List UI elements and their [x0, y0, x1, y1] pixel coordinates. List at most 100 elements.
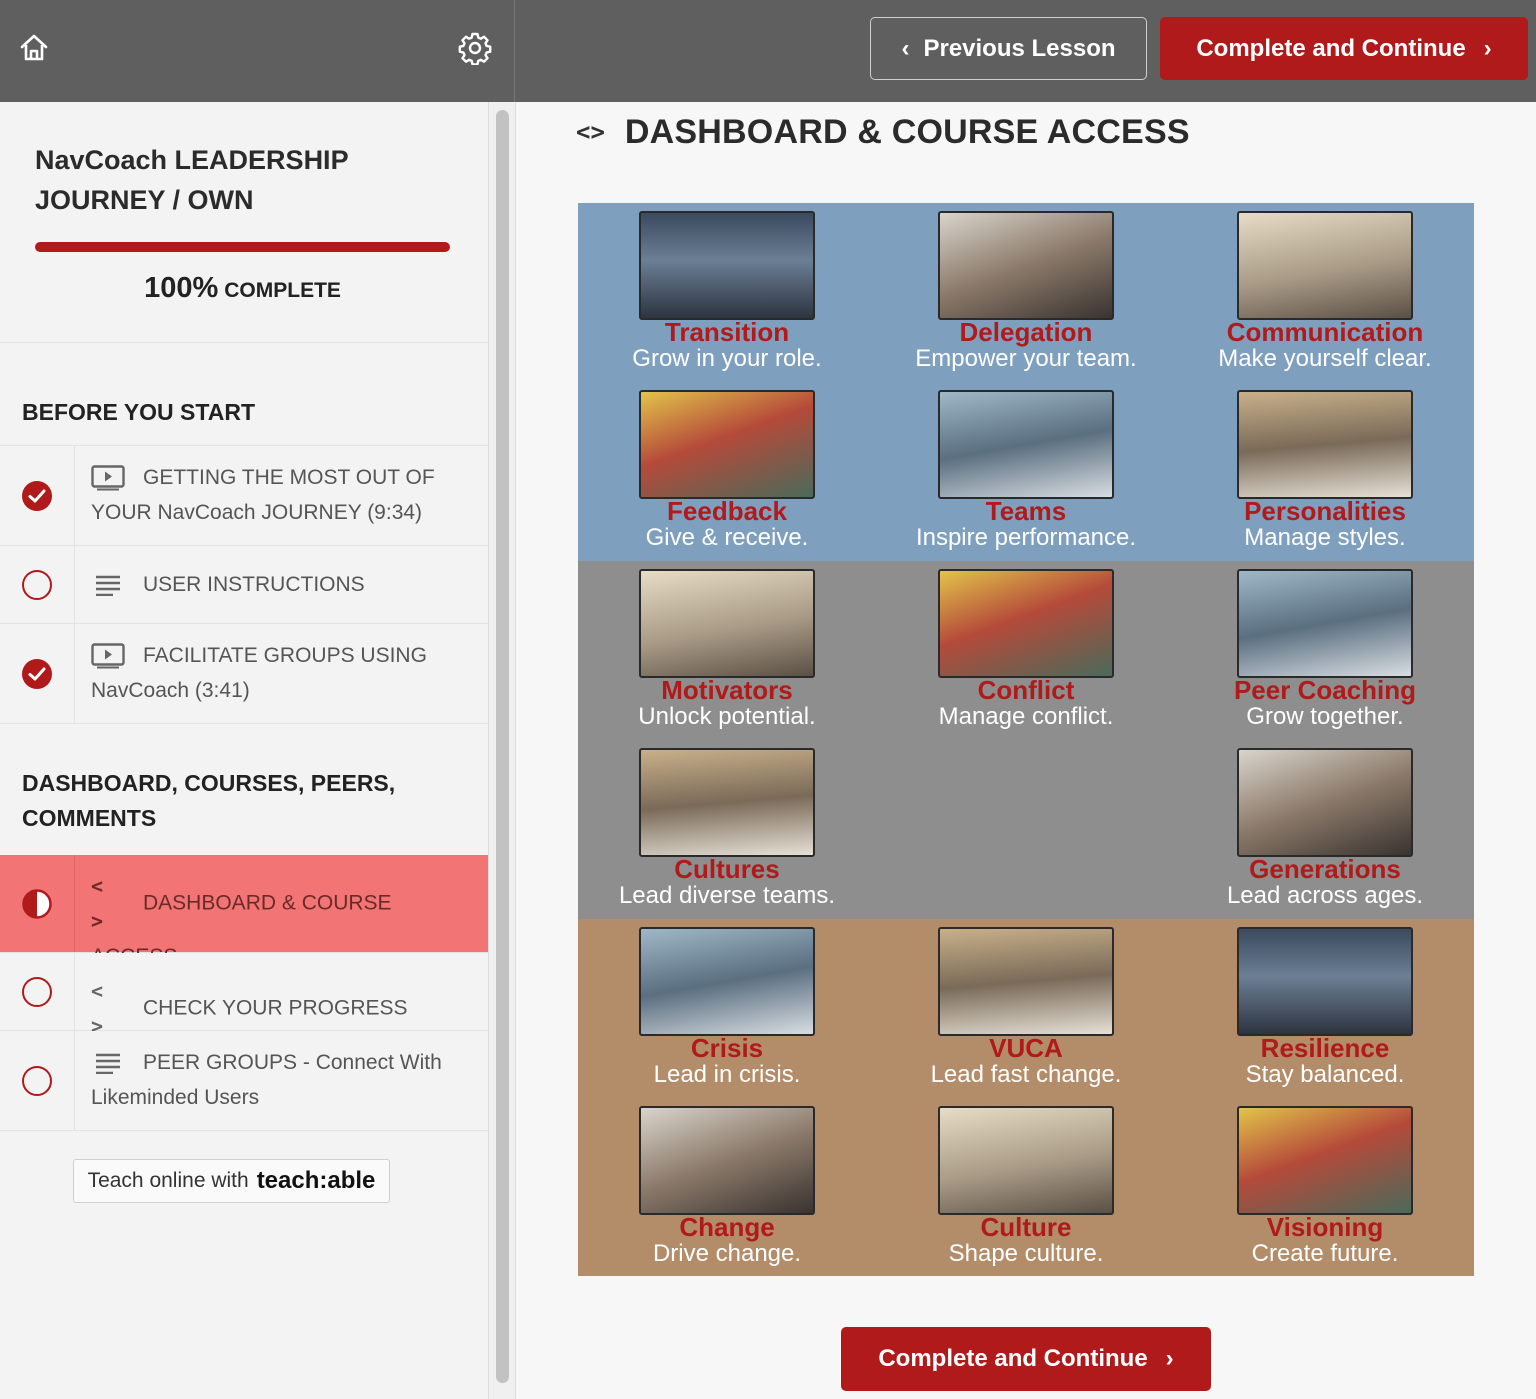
- course-tile-vuca[interactable]: VUCA Lead fast change.: [877, 919, 1175, 1097]
- course-tile-photo: [1237, 390, 1413, 499]
- course-tile-tagline: Give & receive.: [645, 524, 809, 551]
- lesson-title: FACILITATE GROUPS USING NavCoach (3:41): [91, 644, 427, 702]
- check-circle-icon: [22, 480, 52, 511]
- course-tile-photo: [1237, 211, 1413, 320]
- progress-label: COMPLETE: [224, 279, 341, 302]
- complete-and-continue-label: Complete and Continue: [878, 1345, 1148, 1372]
- course-tile-tagline: Shape culture.: [948, 1240, 1104, 1267]
- incomplete-circle-icon: [22, 1065, 52, 1096]
- complete-and-continue-bottom-button[interactable]: Complete and Continue ›: [841, 1327, 1211, 1391]
- teachable-prefix: Teach online with: [87, 1169, 249, 1192]
- course-tile-tagline: Unlock potential.: [638, 703, 816, 730]
- gear-icon[interactable]: [458, 31, 492, 65]
- course-tile-photo: [1237, 927, 1413, 1036]
- lesson-item-dashboard-course-access[interactable]: < >DASHBOARD & COURSE ACCESS: [0, 855, 488, 968]
- lesson-title: CHECK YOUR PROGRESS: [143, 996, 408, 1020]
- course-tile-photo: [1237, 1106, 1413, 1215]
- course-tile-photo: [639, 748, 815, 857]
- course-header: NavCoach LEADERSHIP JOURNEY / OWN 100% CO…: [0, 102, 488, 343]
- course-tile-photo: [1237, 569, 1413, 678]
- sidebar-scrollbar[interactable]: [488, 102, 516, 1399]
- lesson-item-user-instructions[interactable]: USER INSTRUCTIONS: [0, 546, 488, 624]
- course-tile-name: Personalities: [1244, 496, 1406, 526]
- dashboard-band-gray: Motivators Unlock potential. Conflict Manag…: [578, 561, 1474, 919]
- course-progress-text: 100% COMPLETE: [35, 272, 450, 305]
- course-tile-feedback[interactable]: Feedback Give & receive.: [578, 382, 876, 560]
- course-tile-name: Conflict: [977, 675, 1075, 705]
- course-tile-communication[interactable]: Communication Make yourself clear.: [1176, 203, 1474, 381]
- lesson-heading: <> DASHBOARD & COURSE ACCESS: [576, 112, 1190, 152]
- course-tile-change[interactable]: Change Drive change.: [578, 1098, 876, 1276]
- course-tile-peer-coaching[interactable]: Peer Coaching Grow together.: [1176, 561, 1474, 739]
- course-tile-tagline: Lead diverse teams.: [618, 882, 836, 909]
- course-tile-delegation[interactable]: Delegation Empower your team.: [877, 203, 1175, 381]
- course-tile-photo: [938, 1106, 1114, 1215]
- code-icon: < >: [91, 874, 104, 933]
- course-tile-motivators[interactable]: Motivators Unlock potential.: [578, 561, 876, 739]
- course-title: NavCoach LEADERSHIP JOURNEY / OWN: [35, 145, 349, 215]
- lesson-item-check-your-progress[interactable]: < >CHECK YOUR PROGRESS: [0, 953, 488, 1038]
- complete-and-continue-label: Complete and Continue: [1196, 34, 1466, 62]
- course-tile-name: Teams: [985, 496, 1067, 526]
- lesson-item-facilitate-groups[interactable]: FACILITATE GROUPS USING NavCoach (3:41): [0, 624, 488, 724]
- home-icon[interactable]: [18, 32, 50, 64]
- course-tile-personalities[interactable]: Personalities Manage styles.: [1176, 382, 1474, 560]
- course-tile-tagline: Create future.: [1251, 1240, 1399, 1267]
- course-tile-name: Motivators: [661, 675, 793, 705]
- chevron-right-icon: ›: [1165, 1345, 1174, 1372]
- course-tile-name: Peer Coaching: [1233, 675, 1417, 705]
- course-tile-tagline: Manage conflict.: [938, 703, 1114, 730]
- course-tile-name: Change: [679, 1212, 775, 1242]
- code-icon: <>: [576, 118, 605, 146]
- course-tile-photo: [639, 569, 815, 678]
- course-tile-culture[interactable]: Culture Shape culture.: [877, 1098, 1175, 1276]
- course-tile-tagline: Empower your team.: [915, 345, 1137, 372]
- course-tile-tagline: Make yourself clear.: [1218, 345, 1432, 372]
- course-tile-name: Visioning: [1266, 1212, 1384, 1242]
- course-tile-crisis[interactable]: Crisis Lead in crisis.: [578, 919, 876, 1097]
- course-tile-conflict[interactable]: Conflict Manage conflict.: [877, 561, 1175, 739]
- check-circle-icon: [22, 658, 52, 689]
- course-tile-tagline: Drive change.: [652, 1240, 802, 1267]
- course-tile-tagline: Manage styles.: [1244, 524, 1406, 551]
- sidebar-header: [0, 0, 515, 102]
- lesson-title: GETTING THE MOST OUT OF YOUR NavCoach JO…: [91, 466, 435, 524]
- course-tile-teams[interactable]: Teams Inspire performance.: [877, 382, 1175, 560]
- lesson-item-peer-groups[interactable]: PEER GROUPS - Connect With Likeminded Us…: [0, 1031, 488, 1131]
- course-tile-tagline: Lead fast change.: [930, 1061, 1122, 1088]
- course-tile-photo: [639, 1106, 815, 1215]
- course-tile-tagline: Inspire performance.: [915, 524, 1137, 551]
- half-circle-icon: [22, 888, 52, 919]
- course-tile-photo: [639, 390, 815, 499]
- course-tile-visioning[interactable]: Visioning Create future.: [1176, 1098, 1474, 1276]
- course-tile-name: Communication: [1226, 317, 1424, 347]
- lesson-title: USER INSTRUCTIONS: [143, 573, 365, 596]
- course-tile-photo: [938, 569, 1114, 678]
- course-tile-name: Resilience: [1260, 1033, 1390, 1063]
- course-tile-transition[interactable]: Transition Grow in your role.: [578, 203, 876, 381]
- sidebar-scrollbar-thumb[interactable]: [496, 110, 509, 1383]
- complete-and-continue-button[interactable]: Complete and Continue ›: [1160, 17, 1528, 80]
- course-tile-cultures[interactable]: Cultures Lead diverse teams.: [578, 740, 876, 918]
- course-tile-resilience[interactable]: Resilience Stay balanced.: [1176, 919, 1474, 1097]
- course-tile-name: Delegation: [959, 317, 1093, 347]
- chevron-left-icon: ‹: [901, 34, 910, 62]
- lesson-title: DASHBOARD & COURSE ACCESS: [624, 112, 1190, 151]
- dashboard-band-blue: Transition Grow in your role. Delegation Em…: [578, 203, 1474, 561]
- course-tile-name: Cultures: [674, 854, 780, 884]
- previous-lesson-button[interactable]: ‹ Previous Lesson: [870, 17, 1147, 80]
- incomplete-circle-icon: [22, 569, 52, 600]
- teachable-badge[interactable]: Teach online with teach:able: [73, 1159, 390, 1203]
- course-tile-name: Generations: [1249, 854, 1401, 884]
- dashboard-image: Transition Grow in your role. Delegation Em…: [578, 203, 1474, 1276]
- lesson-item-getting-the-most-out[interactable]: GETTING THE MOST OUT OF YOUR NavCoach JO…: [0, 446, 488, 546]
- course-tile-name: Crisis: [690, 1033, 764, 1063]
- text-lines-icon: [96, 1054, 120, 1075]
- course-tile-name: Culture: [980, 1212, 1072, 1242]
- course-tile-generations[interactable]: Generations Lead across ages.: [1176, 740, 1474, 918]
- course-tile-tagline: Stay balanced.: [1245, 1061, 1405, 1088]
- course-tile-tagline: Grow together.: [1246, 703, 1404, 730]
- section-title-dashboard: DASHBOARD, COURSES, PEERS, COMMENTS: [22, 770, 396, 831]
- top-bar: ‹ Previous Lesson Complete and Continue …: [0, 0, 1536, 102]
- course-tile-name: Transition: [664, 317, 790, 347]
